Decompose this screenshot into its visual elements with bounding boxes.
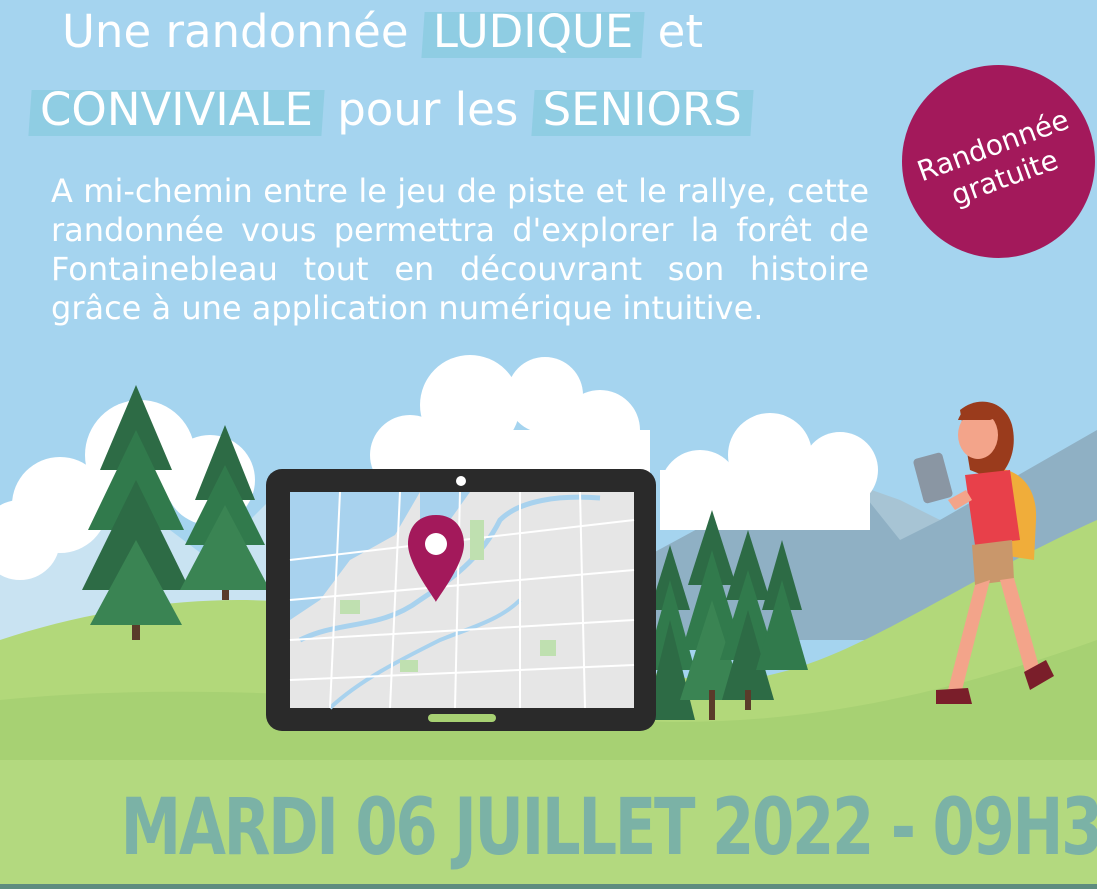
title-highlight-text: SENIORS (542, 83, 742, 136)
title-highlight-ludique: LUDIQUE (423, 2, 643, 62)
title-text-3: pour les (337, 83, 519, 136)
title-highlight-text: CONVIVIALE (40, 83, 313, 136)
title-line-1: Une randonnée LUDIQUE et (0, 2, 1097, 62)
title-text-1: Une randonnée (62, 5, 409, 58)
event-date: MARDI 06 JUILLET 2022 - 09H30 (120, 783, 1097, 873)
title-highlight-text: LUDIQUE (432, 5, 634, 58)
title-highlight-seniors: SENIORS (533, 80, 752, 140)
free-hike-badge: Randonnée gratuite (902, 65, 1095, 258)
badge-text: Randonnée gratuite (902, 99, 1094, 224)
intro-paragraph: A mi-chemin entre le jeu de piste et le … (51, 172, 869, 327)
bottom-edge (0, 884, 1097, 889)
title-highlight-conviviale: CONVIVIALE (30, 80, 323, 140)
tablet-icon (266, 469, 656, 731)
title-text-2: et (657, 5, 704, 58)
poster: Une randonnée LUDIQUE et CONVIVIALE pour… (0, 0, 1097, 889)
